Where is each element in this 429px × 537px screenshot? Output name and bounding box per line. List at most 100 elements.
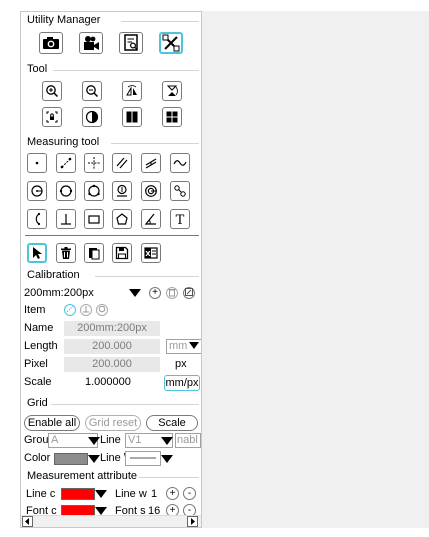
grid-scale-button[interactable]: Scale [146, 415, 198, 431]
flip-vertical-icon [165, 84, 179, 98]
name-field[interactable]: 200mm:200px [64, 321, 160, 336]
concentric-tool-button[interactable] [141, 181, 161, 201]
curve-tool-button[interactable] [170, 153, 190, 173]
select-tool-button[interactable] [27, 243, 47, 263]
crosshair-tool-button[interactable] [84, 153, 104, 173]
measurement-attribute-groupline [139, 477, 199, 478]
scale-label: Scale [24, 376, 52, 388]
add-calibration-button[interactable]: + [149, 287, 161, 299]
pixel-field[interactable]: 200.000 [64, 357, 160, 372]
line-width-increase-button[interactable]: + [166, 487, 179, 500]
svg-text:X: X [145, 250, 151, 258]
enable-toggle-label: nabl [177, 434, 198, 446]
save-button[interactable] [112, 243, 132, 263]
report-button[interactable] [119, 32, 143, 54]
split-view-icon [125, 110, 139, 124]
lock-icon [45, 110, 59, 124]
line-measure-icon [59, 156, 73, 170]
length-label: Length [24, 340, 58, 352]
calibration-preset-select[interactable]: 200mm:200px [24, 287, 144, 300]
video-camera-icon [82, 35, 100, 51]
line-tool-button[interactable] [56, 153, 76, 173]
line-style-chevron-icon[interactable] [161, 455, 173, 463]
point-tool-button[interactable] [27, 153, 47, 173]
item-perpendicular-button[interactable] [80, 304, 92, 316]
camera-button[interactable] [39, 32, 63, 54]
split-view-button[interactable] [122, 107, 142, 127]
export-excel-button[interactable]: X [141, 243, 161, 263]
measuring-tool-separator [25, 235, 199, 236]
copy-button[interactable] [84, 243, 104, 263]
zoom-out-button[interactable] [82, 81, 102, 101]
horizontal-scrollbar[interactable] [21, 515, 201, 527]
grid-reset-button[interactable]: Grid reset [85, 415, 141, 431]
edit-calibration-button[interactable] [183, 287, 195, 299]
item-circle-button[interactable] [96, 304, 108, 316]
flip-vertical-button[interactable] [162, 81, 182, 101]
pixel-unit-label: px [175, 358, 187, 370]
delete-button[interactable] [56, 243, 76, 263]
enable-all-button[interactable]: Enable all [24, 415, 80, 431]
line-style-label: Line \ [100, 452, 127, 464]
arc-tool-button[interactable] [27, 209, 47, 229]
scroll-left-button[interactable] [22, 516, 33, 527]
chevron-down-icon[interactable] [129, 289, 141, 297]
lock-button[interactable] [42, 107, 62, 127]
parallel-lines-tool-button[interactable] [112, 153, 132, 173]
item-line-button[interactable] [64, 304, 76, 316]
length-unit-chevron-icon[interactable] [189, 342, 199, 349]
line-color-swatch[interactable] [61, 488, 95, 500]
perpendicular-tool-button[interactable] [56, 209, 76, 229]
line-width-decrease-button[interactable]: - [183, 487, 196, 500]
scroll-right-button[interactable] [187, 516, 198, 527]
contrast-button[interactable] [82, 107, 102, 127]
distance-tool-button[interactable] [141, 153, 161, 173]
name-label: Name [24, 322, 54, 334]
quad-view-button[interactable] [162, 107, 182, 127]
line-color-chevron-icon[interactable] [95, 490, 107, 498]
grid-title: Grid [27, 397, 48, 409]
image-canvas-area[interactable] [202, 11, 429, 528]
font-color-chevron-icon[interactable] [95, 507, 107, 515]
circle-multi-point-tool-button[interactable] [84, 181, 104, 201]
arc-icon [30, 212, 44, 226]
color-label: Color [24, 452, 51, 464]
excel-icon: X [144, 246, 158, 260]
measurement-attribute-title: Measurement attribute [27, 470, 138, 482]
measuring-tool-title: Measuring tool [27, 136, 100, 148]
circle-three-point-icon [59, 184, 73, 198]
circle-three-point-tool-button[interactable] [56, 181, 76, 201]
polygon-tool-button[interactable] [112, 209, 132, 229]
tools-button[interactable] [159, 32, 183, 54]
angle-tool-button[interactable] [141, 209, 161, 229]
zoom-in-icon [45, 84, 59, 98]
length-field[interactable]: 200.000 [64, 339, 160, 354]
delete-calibration-button[interactable] [166, 287, 178, 299]
circle-tangent-tool-button[interactable] [112, 181, 132, 201]
circle-center-tool-button[interactable] [27, 181, 47, 201]
circle-distance-tool-button[interactable] [170, 181, 190, 201]
line-style-select[interactable] [125, 451, 161, 466]
svg-text:T: T [176, 213, 185, 226]
color-chevron-icon[interactable] [88, 455, 100, 463]
grid-color-swatch[interactable] [54, 453, 88, 465]
line-chevron-icon[interactable] [161, 437, 173, 445]
group-chevron-icon[interactable] [88, 437, 100, 445]
crosshair-icon [87, 156, 101, 170]
parallel-lines-icon [115, 156, 129, 170]
scale-unit-button[interactable]: mm/px [164, 375, 200, 391]
video-camera-button[interactable] [79, 32, 103, 54]
rectangle-tool-button[interactable] [84, 209, 104, 229]
line-width-value: 1 [151, 488, 158, 500]
flip-horizontal-button[interactable] [122, 81, 142, 101]
text-tool-button[interactable]: T [170, 209, 190, 229]
circle-multi-point-icon [87, 184, 101, 198]
tool-groupline [53, 70, 199, 71]
circle-center-icon [30, 184, 44, 198]
zoom-in-button[interactable] [42, 81, 62, 101]
flip-horizontal-icon [125, 84, 139, 98]
perpendicular-icon [59, 212, 73, 226]
utility-panel: Utility Manager Tool Measuring tool T X … [20, 11, 202, 528]
grid-groupline [51, 404, 199, 405]
enable-toggle[interactable]: nabl [175, 433, 201, 448]
